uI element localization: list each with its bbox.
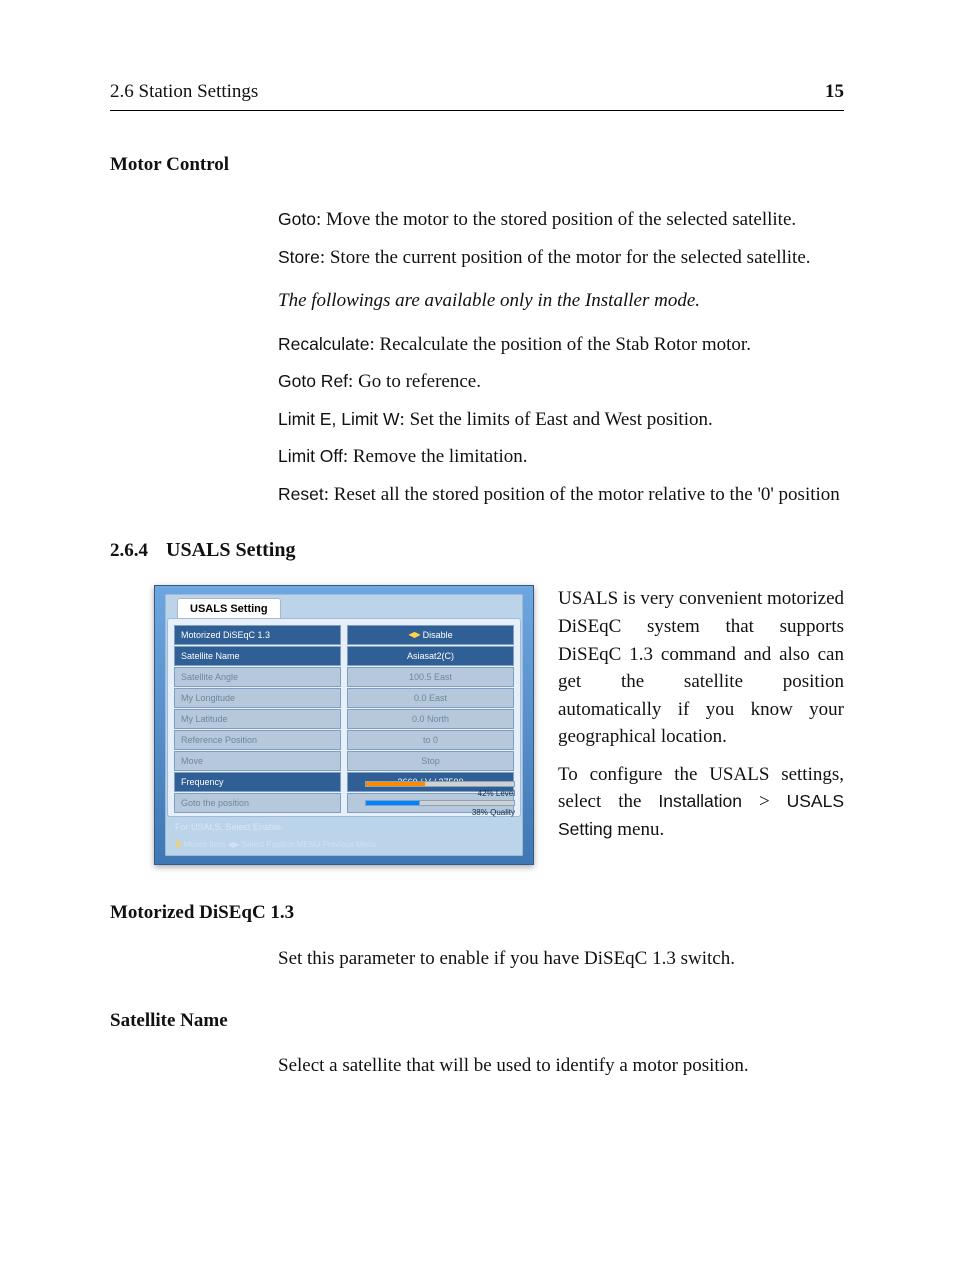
quality-label: 38% Quality — [365, 807, 515, 819]
motor-store: Store: Store the current position of the… — [278, 244, 844, 272]
p2-e: menu. — [612, 819, 664, 840]
page-number: 15 — [825, 78, 844, 106]
signal-meter: 42% Level 38% Quality — [365, 781, 515, 818]
table-row: Satellite Name Asiasat2(C) — [174, 646, 514, 666]
updown-icon: ⇅ — [175, 840, 182, 849]
screenshot-hint-bar: ⇅Moves Item ◀▶ Select Position MENU Prev… — [175, 839, 376, 851]
row-label: Motorized DiSEqC 1.3 — [174, 625, 341, 645]
row-value: ◀▶ Disable — [347, 625, 514, 645]
desc-limitew: : Set the limits of East and West positi… — [400, 409, 713, 430]
row-label: Satellite Angle — [174, 667, 341, 687]
level-label: 42% Level — [365, 788, 515, 800]
motor-control-list: Goto: Move the motor to the stored posit… — [278, 206, 844, 271]
desc-goto: : Move the motor to the stored position … — [316, 209, 796, 230]
motor-goto: Goto: Move the motor to the stored posit… — [278, 206, 844, 234]
row-label: Satellite Name — [174, 646, 341, 666]
row-value: 0.0 East — [347, 688, 514, 708]
term-limitew: Limit E, Limit W — [278, 409, 400, 429]
p2-gt: > — [742, 791, 787, 812]
row-label: Reference Position — [174, 730, 341, 750]
desc-reset: : Reset all the stored position of the m… — [324, 484, 840, 505]
level-bar — [365, 781, 515, 787]
term-store: Store — [278, 247, 320, 267]
motor-gotoref: Goto Ref: Go to reference. — [278, 368, 844, 396]
motor-control-list-2: Recalculate: Recalculate the position of… — [278, 331, 844, 509]
heading-satellite-name: Satellite Name — [110, 1007, 844, 1035]
motor-reset: Reset: Reset all the stored position of … — [278, 481, 844, 509]
running-head: 2.6 Station Settings 15 — [110, 78, 844, 111]
term-gotoref: Goto Ref — [278, 371, 348, 391]
table-row: Move Stop — [174, 751, 514, 771]
subsection-title: USALS Setting — [166, 539, 295, 561]
desc-gotoref: : Go to reference. — [348, 371, 481, 392]
row-value: Asiasat2(C) — [347, 646, 514, 666]
term-recalculate: Recalculate — [278, 334, 369, 354]
page: 2.6 Station Settings 15 Motor Control Go… — [0, 0, 954, 1272]
motor-limitew: Limit E, Limit W: Set the limits of East… — [278, 406, 844, 434]
desc-store: : Store the current position of the moto… — [320, 247, 811, 268]
term-goto: Goto — [278, 209, 316, 229]
hint-bar-text: Moves Item ◀▶ Select Position MENU Previ… — [184, 840, 376, 849]
p2-installation: Installation — [658, 791, 742, 811]
desc-recalculate: : Recalculate the position of the Stab R… — [369, 334, 751, 355]
running-head-left: 2.6 Station Settings — [110, 78, 258, 106]
row-label: My Longitude — [174, 688, 341, 708]
body-motorized-diseqc: Set this parameter to enable if you have… — [278, 945, 844, 973]
row-value: to 0 — [347, 730, 514, 750]
screenshot-hint: For USALS, Select Enable. — [175, 821, 284, 834]
usals-text-column: USALS is very convenient motorized DiSEq… — [558, 585, 844, 865]
usals-paragraph-2: To configure the USALS settings, select … — [558, 761, 844, 844]
usals-paragraph-1: USALS is very convenient motorized DiSEq… — [558, 585, 844, 750]
motor-limitoff: Limit Off: Remove the limitation. — [278, 443, 844, 471]
term-limitoff: Limit Off — [278, 446, 343, 466]
quality-bar — [365, 800, 515, 806]
subsection-number: 2.6.4 — [110, 540, 148, 561]
motor-recalculate: Recalculate: Recalculate the position of… — [278, 331, 844, 359]
body-satellite-name: Select a satellite that will be used to … — [278, 1052, 844, 1080]
row-value: Stop — [347, 751, 514, 771]
desc-limitoff: : Remove the limitation. — [343, 446, 528, 467]
row-label: Move — [174, 751, 341, 771]
row-label: My Latitude — [174, 709, 341, 729]
table-row: Reference Position to 0 — [174, 730, 514, 750]
heading-motor-control: Motor Control — [110, 151, 844, 179]
row-value-text: Disable — [423, 630, 453, 640]
subsection-usals-heading: 2.6.4 USALS Setting — [110, 536, 844, 565]
table-row: Motorized DiSEqC 1.3 ◀▶ Disable — [174, 625, 514, 645]
table-row: My Latitude 0.0 North — [174, 709, 514, 729]
row-value: 0.0 North — [347, 709, 514, 729]
row-value: 100.5 East — [347, 667, 514, 687]
row-label: Goto the position — [174, 793, 341, 813]
usals-two-column: USALS Setting Motorized DiSEqC 1.3 ◀▶ Di… — [154, 585, 844, 865]
row-label: Frequency — [174, 772, 341, 792]
table-row: Satellite Angle 100.5 East — [174, 667, 514, 687]
usals-screenshot: USALS Setting Motorized DiSEqC 1.3 ◀▶ Di… — [154, 585, 534, 865]
arrows-icon: ◀▶ — [408, 628, 420, 642]
installer-mode-note: The followings are available only in the… — [278, 287, 844, 315]
heading-motorized-diseqc: Motorized DiSEqC 1.3 — [110, 899, 844, 927]
term-reset: Reset — [278, 484, 324, 504]
table-row: My Longitude 0.0 East — [174, 688, 514, 708]
